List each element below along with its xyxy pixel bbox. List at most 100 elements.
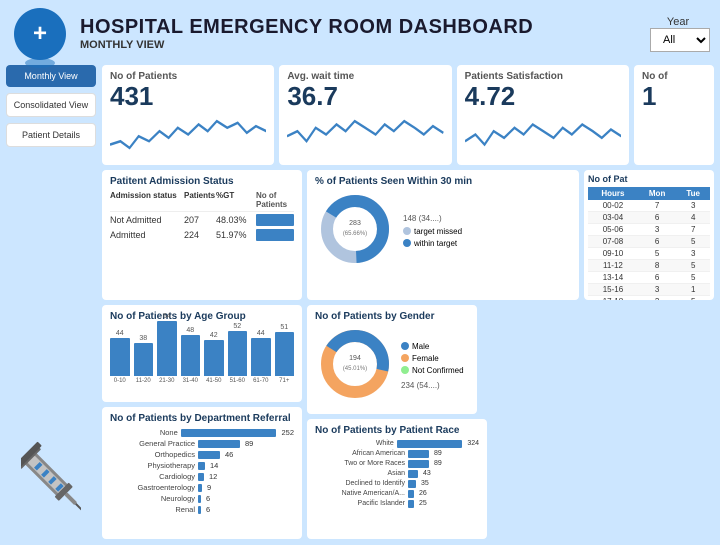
sidebar-item-monthly[interactable]: Monthly View — [6, 65, 96, 87]
table-row: 11-1285 — [588, 260, 710, 272]
race-row: Native American/A... 26 — [315, 490, 479, 498]
kpi-satisfaction: Patients Satisfaction 4.72 — [457, 65, 629, 165]
admission-header: Admission status Patients %GT No of Pati… — [110, 191, 294, 212]
sidebar-item-patient-details[interactable]: Patient Details — [6, 123, 96, 147]
race-bar — [408, 450, 429, 458]
dept-row: Gastroenterology 9 — [110, 483, 294, 492]
age-bar-rect — [134, 343, 154, 376]
legend-within-target: within target — [403, 239, 462, 248]
race-bar — [408, 480, 416, 488]
col-hours: Hours — [588, 187, 638, 200]
admission-card: Patitent Admission Status Admission stat… — [102, 170, 302, 300]
dept-bar — [198, 506, 201, 514]
kpi-partial-value: 1 — [642, 82, 706, 111]
syringe-decoration — [6, 153, 96, 539]
admission-bar-not-admitted — [256, 214, 294, 226]
race-bar — [408, 470, 418, 478]
age-title: No of Patients by Age Group — [110, 311, 294, 322]
age-bar-col: 44 0-10 — [110, 330, 130, 384]
dept-bar — [198, 440, 240, 448]
gender-card: No of Patients by Gender 194 (45.01%) — [307, 305, 477, 414]
seen-content: 283 (65.66%) 148 (34....) target missed — [315, 189, 571, 272]
race-bar — [408, 460, 429, 468]
bottom-right: No of Patients by Gender 194 (45.01%) — [307, 305, 714, 539]
legend-male: Male — [401, 342, 464, 351]
kpi-wait-time: Avg. wait time 36.7 — [279, 65, 451, 165]
header-text: HOSPITAL EMERGENCY ROOM DASHBOARD MONTHL… — [80, 16, 640, 51]
age-bar-col: 38 11-20 — [134, 335, 154, 384]
dashboard-subtitle: MONTHLY VIEW — [80, 39, 640, 51]
dept-title: No of Patients by Department Referral — [110, 413, 294, 424]
table-row: 05-0637 — [588, 224, 710, 236]
age-bar-col: 44 61-70 — [251, 330, 271, 384]
sidebar: Monthly View Consolidated View Patient D… — [6, 65, 96, 539]
age-bar-col: 52 51-60 — [228, 323, 248, 384]
table-row: 15-1631 — [588, 284, 710, 296]
age-bar-col: 64 21-30 — [157, 313, 177, 384]
kpi-sat-value: 4.72 — [465, 82, 621, 111]
dept-row: None 252 — [110, 428, 294, 437]
race-bar — [397, 440, 463, 448]
gender-legend: Male Female Not Confirmed — [401, 342, 464, 390]
age-bar-rect — [157, 321, 177, 376]
svg-text:283: 283 — [349, 220, 361, 227]
bottom-row: No of Patients by Age Group 44 0-10 38 1… — [102, 305, 714, 539]
seen-title: % of Patients Seen Within 30 min — [315, 176, 571, 187]
kpi-partial: No of 1 — [634, 65, 714, 165]
bottom-left: No of Patients by Age Group 44 0-10 38 1… — [102, 305, 302, 539]
gender-content: 194 (45.01%) Male — [315, 324, 469, 407]
race-bar — [408, 500, 414, 508]
dept-bar — [198, 451, 220, 459]
year-label: Year — [650, 16, 706, 28]
race-bar — [408, 490, 414, 498]
legend-not-confirmed: Not Confirmed — [401, 366, 464, 375]
age-card: No of Patients by Age Group 44 0-10 38 1… — [102, 305, 302, 402]
sparkline-wait — [287, 111, 443, 161]
dept-bar — [198, 484, 202, 492]
race-row: Pacific Islander 25 — [315, 500, 479, 508]
dept-bar — [198, 462, 205, 470]
admission-row-admitted: Admitted 224 51.97% — [110, 229, 294, 241]
age-bar-col: 48 31-40 — [181, 327, 201, 384]
sidebar-item-consolidated[interactable]: Consolidated View — [6, 93, 96, 117]
gender-donut-chart: 194 (45.01%) — [315, 324, 395, 404]
syringe-icon — [21, 429, 81, 529]
admission-bar-admitted — [256, 229, 294, 241]
age-bar-col: 42 41-50 — [204, 332, 224, 384]
male-dot — [401, 342, 409, 350]
race-row: White 324 — [315, 440, 479, 448]
missed-label: 148 (34....) — [403, 214, 462, 223]
race-row: Asian 43 — [315, 470, 479, 478]
year-filter-container: Year All — [650, 16, 710, 52]
age-bar-rect — [228, 331, 248, 376]
admission-row-not-admitted: Not Admitted 207 48.03% — [110, 214, 294, 226]
age-bar-rect — [275, 332, 295, 376]
dept-row: Renal 6 — [110, 505, 294, 514]
dept-bar — [198, 473, 204, 481]
hours-panel-title: No of Pat — [588, 174, 710, 184]
dept-bar — [198, 495, 201, 503]
sparkline-sat — [465, 111, 621, 161]
hours-panel: No of Pat Hours Mon Tue 00-027303-046405… — [584, 170, 714, 300]
age-bar-rect — [251, 338, 271, 376]
table-row: 07-0865 — [588, 236, 710, 248]
race-row: Declined to Identify 35 — [315, 480, 479, 488]
age-bar-rect — [110, 338, 130, 376]
svg-text:(45.01%): (45.01%) — [343, 366, 367, 372]
female-count-label: 234 (54....) — [401, 381, 464, 390]
table-row: 00-0273 — [588, 200, 710, 212]
dept-row: Neurology 6 — [110, 494, 294, 503]
main-content: Monthly View Consolidated View Patient D… — [0, 65, 720, 545]
dept-row: Cardiology 12 — [110, 472, 294, 481]
age-bar-rect — [204, 340, 224, 376]
year-select[interactable]: All — [650, 28, 710, 52]
content-area: No of Patients 431 Avg. wait time 36.7 — [102, 65, 714, 539]
gender-title: No of Patients by Gender — [315, 311, 469, 322]
female-dot — [401, 354, 409, 362]
legend-target-missed: target missed — [403, 227, 462, 236]
dept-row: General Practice 89 — [110, 439, 294, 448]
seen-side: 148 (34....) target missed within target — [403, 214, 462, 248]
bottom-right-top: No of Patients by Gender 194 (45.01%) — [307, 305, 714, 414]
col-mon: Mon — [638, 187, 676, 200]
race-card: No of Patients by Patient Race White 324… — [307, 419, 487, 540]
